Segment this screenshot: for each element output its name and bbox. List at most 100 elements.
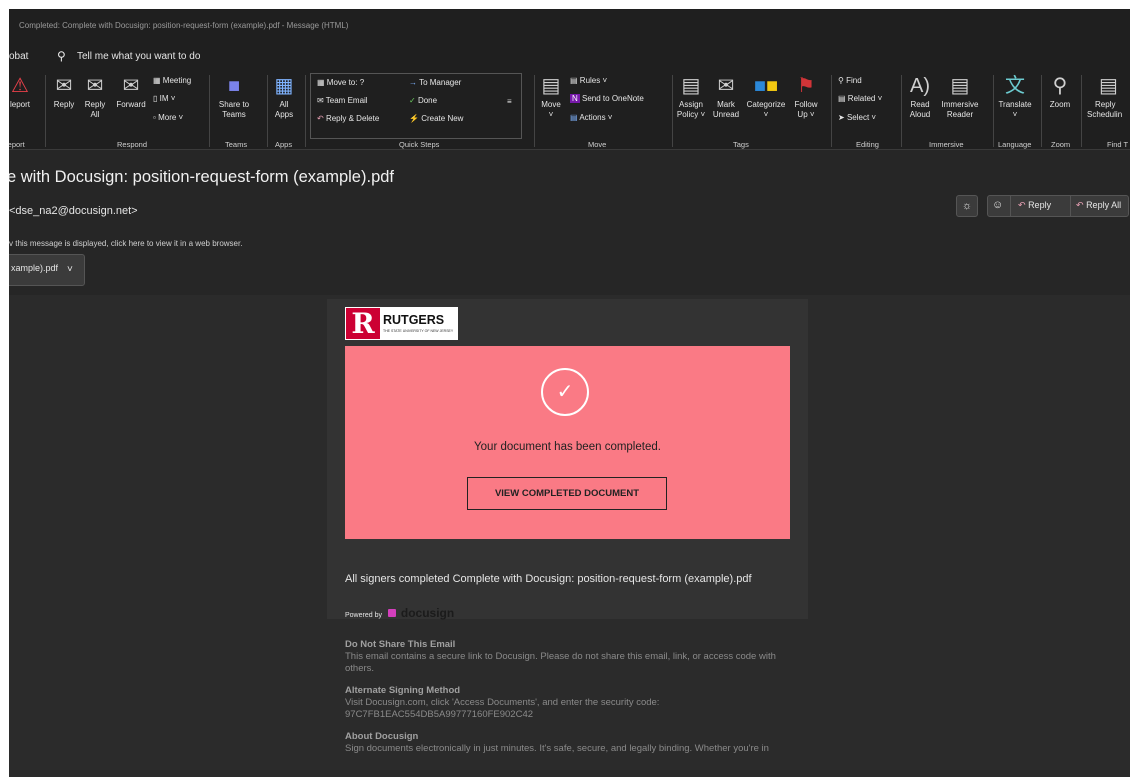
quick-step-create-new[interactable]: ⚡ Create New [409, 114, 463, 123]
move-button[interactable]: ▤ Move ˅ [536, 75, 566, 120]
emoji-icon[interactable]: ☺ [992, 199, 1003, 211]
quick-step-to-manager[interactable]: → To Manager [409, 78, 461, 87]
related-button[interactable]: ▤ Related ˅ [838, 94, 882, 103]
reply-arrow-icon: ↶ [1018, 200, 1026, 210]
reply-all-header-label: Reply All [1086, 200, 1122, 210]
powered-by-label: Powered by [345, 612, 382, 619]
translate-label: Translate [998, 100, 1032, 109]
report-shield-icon: ⚠ [11, 75, 29, 97]
more-respond-button[interactable]: ▫ More ˅ [153, 113, 183, 122]
forward-button[interactable]: ✉ Forward [113, 75, 149, 110]
scheduling-label-2: Schedulin [1087, 110, 1123, 119]
folder-icon: ▦ [317, 78, 325, 87]
share-teams-label-1: Share to [218, 100, 250, 109]
translate-button[interactable]: 文 Translate ˅ [995, 75, 1035, 120]
follow-up-button[interactable]: ⚑ Follow Up ˅ [791, 75, 821, 120]
assign-policy-button[interactable]: ▤ Assign Policy ˅ [673, 75, 709, 120]
group-label-language: Language [998, 140, 1032, 149]
chevron-down-icon: ˅ [67, 264, 73, 275]
reply-all-label-2: All [90, 110, 100, 119]
mark-unread-button[interactable]: ✉ Mark Unread [711, 75, 741, 120]
ribbon-separator [267, 75, 268, 147]
rules-icon: ▤ [570, 76, 578, 85]
group-label-teams: Teams [225, 140, 248, 149]
send-to-onenote-button[interactable]: N Send to OneNote [570, 94, 644, 103]
read-aloud-button[interactable]: A) Read Aloud [906, 75, 934, 120]
message-header: e with Docusign: position-request-form (… [9, 150, 1130, 295]
meeting-button[interactable]: ▦ Meeting [153, 76, 191, 85]
quick-step-reply-delete[interactable]: ↶ Reply & Delete [317, 114, 379, 123]
more-icon: ▫ [153, 113, 156, 122]
footer-heading-do-not-share: Do Not Share This Email [345, 639, 456, 650]
ribbon-separator [305, 75, 306, 147]
title-bar: Completed: Complete with Docusign: posit… [9, 9, 1130, 43]
quick-step-team-email[interactable]: ✉ Team Email [317, 96, 368, 105]
all-signers-text: All signers completed Complete with Docu… [345, 573, 752, 585]
report-button[interactable]: ⚠ leport [9, 75, 35, 110]
actions-label: Actions [579, 113, 606, 122]
forward-icon: ✉ [122, 75, 140, 97]
immersive-reader-button[interactable]: ▤ Immersive Reader [937, 75, 983, 120]
rules-button[interactable]: ▤ Rules ˅ [570, 76, 607, 85]
brightness-button[interactable]: ☼ [956, 195, 978, 217]
tell-me-search[interactable]: Tell me what you want to do [77, 51, 200, 62]
translate-icon: 文 [1005, 75, 1025, 97]
magnifier-icon: ⚲ [1052, 75, 1068, 97]
to-manager-label: To Manager [419, 78, 462, 87]
ribbon: ⚠ leport leport ✉ Reply ✉ Reply All ✉ Fo… [9, 69, 1130, 150]
reply-all-arrow-icon: ↶ [1076, 200, 1084, 210]
follow-label-1: Follow [794, 100, 818, 109]
ribbon-separator [831, 75, 832, 147]
reply-scheduling-button[interactable]: ▤ Reply Schedulin [1087, 75, 1130, 120]
ribbon-separator [534, 75, 535, 147]
ribbon-separator [209, 75, 210, 147]
flag-icon: ⚑ [797, 75, 815, 97]
assign-label-2: Policy [676, 110, 699, 119]
docusign-logo-icon [388, 608, 397, 617]
info-bar[interactable]: v this message is displayed, click here … [9, 239, 242, 248]
share-to-teams-button[interactable]: ■ Share to Teams [215, 75, 253, 120]
tab-acrobat[interactable]: obat [9, 51, 28, 62]
ribbon-separator [993, 75, 994, 147]
reply-header-button[interactable]: ↶ Reply [1018, 200, 1051, 211]
lightning-icon: ⚡ [409, 114, 419, 123]
sun-icon: ☼ [961, 200, 973, 212]
chat-icon: ▯ [153, 94, 158, 103]
create-new-label: Create New [421, 114, 464, 123]
group-label-move: Move [588, 140, 607, 149]
reply-button[interactable]: ✉ Reply [51, 75, 77, 110]
categorize-button[interactable]: ■■ Categorize ˅ [743, 75, 789, 120]
read-label-1: Read [910, 100, 930, 109]
move-label: Move [541, 100, 561, 109]
move-to-label: Move to: ? [326, 78, 365, 87]
immersive-reader-icon: ▤ [950, 75, 970, 97]
quick-steps-expand-icon[interactable]: ≡ [507, 97, 512, 106]
reply-all-label-1: Reply [84, 100, 106, 109]
group-label-tags: Tags [733, 140, 749, 149]
footer-text-1b: others. [345, 663, 375, 674]
group-label-report: leport [9, 140, 25, 149]
docusign-email-card: R RUTGERS THE STATE UNIVERSITY OF NEW JE… [327, 299, 808, 620]
actions-icon: ▤ [570, 113, 578, 122]
read-aloud-icon: A) [910, 75, 930, 97]
reply-all-button[interactable]: ✉ Reply All [83, 75, 107, 120]
actions-button[interactable]: ▤ Actions ˅ [570, 113, 612, 122]
all-apps-button[interactable]: ▦ All Apps [271, 75, 297, 120]
attachment-name: xample).pdf [11, 263, 59, 273]
im-button[interactable]: ▯ IM ˅ [153, 94, 175, 103]
reader-label-2: Reader [946, 110, 974, 119]
send-onenote-label: Send to OneNote [582, 94, 644, 103]
sender-address[interactable]: <dse_na2@docusign.net> [9, 205, 138, 217]
reply-all-header-button[interactable]: ↶ Reply All [1076, 200, 1121, 211]
quick-step-move-to[interactable]: ▦ Move to: ? [317, 78, 364, 87]
logo-text: RUTGERS [383, 313, 445, 327]
group-label-respond: Respond [117, 140, 148, 149]
quick-step-done[interactable]: ✓ Done [409, 96, 437, 105]
select-button[interactable]: ➤ Select ˅ [838, 113, 876, 122]
calendar-icon: ▦ [153, 76, 161, 85]
zoom-button[interactable]: ⚲ Zoom [1045, 75, 1075, 110]
find-button[interactable]: ⚲ Find [838, 76, 862, 85]
view-completed-document-button[interactable]: VIEW COMPLETED DOCUMENT [467, 477, 667, 510]
attachment-chip[interactable]: xample).pdf ˅ [9, 254, 85, 286]
teams-icon: ■ [227, 75, 241, 97]
